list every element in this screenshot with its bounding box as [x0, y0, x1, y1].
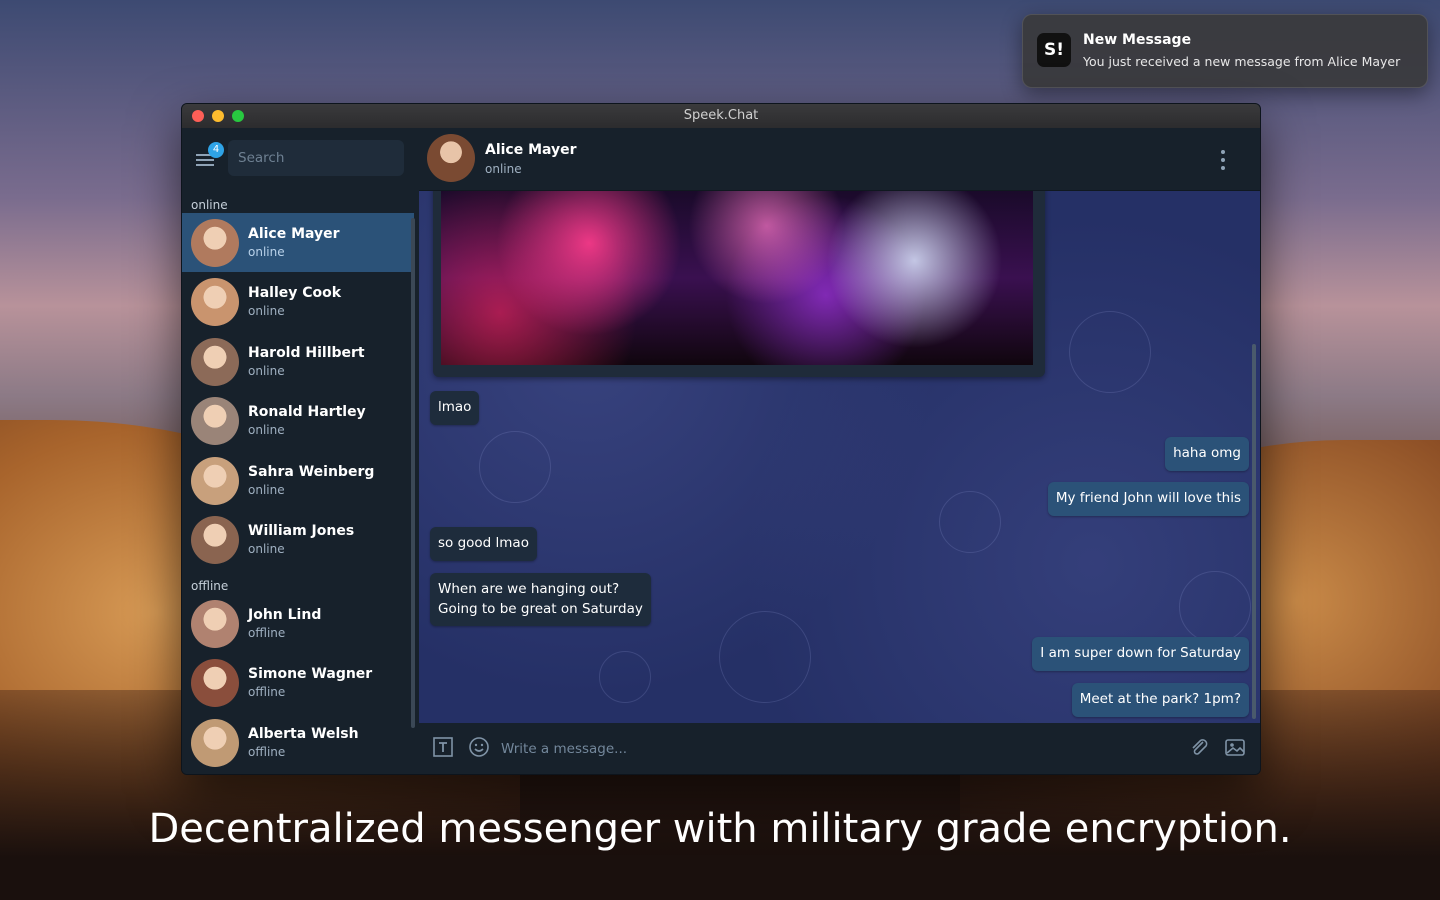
- contact-name: Alberta Welsh: [248, 725, 359, 742]
- contact-name: Halley Cook: [248, 285, 342, 302]
- background-pattern: [599, 651, 651, 703]
- message-line: When are we hanging out?: [438, 581, 620, 597]
- contact-status: online: [248, 542, 285, 556]
- contact-list-item[interactable]: Alberta Welsh offline: [182, 713, 414, 772]
- contact-list-item[interactable]: Harold Hillbert online: [182, 332, 414, 391]
- message-bubble-outgoing[interactable]: haha omg: [1165, 437, 1249, 471]
- menu-icon-bar: [196, 159, 214, 161]
- avatar: [191, 219, 239, 267]
- dot: [1221, 150, 1225, 154]
- contact-list-item[interactable]: Simone Wagner offline: [182, 653, 414, 712]
- background-pattern: [1069, 311, 1151, 393]
- notification-text: You just received a new message from Ali…: [1083, 54, 1401, 69]
- contact-name: John Lind: [248, 607, 322, 623]
- chat-contact-name: Alice Mayer: [485, 142, 577, 158]
- contact-list-item[interactable]: John Lind offline: [182, 594, 414, 653]
- contact-name: Ronald Hartley: [248, 404, 366, 421]
- contact-status: offline: [248, 626, 286, 640]
- avatar: [191, 456, 239, 505]
- paperclip-icon[interactable]: [1187, 736, 1211, 760]
- avatar: [191, 516, 239, 564]
- contact-list-item[interactable]: Sahra Weinberg online: [182, 451, 414, 510]
- avatar: [191, 278, 239, 327]
- message-input[interactable]: [499, 733, 1103, 765]
- hamburger-menu-button[interactable]: 4: [196, 142, 224, 172]
- contact-status: online: [248, 363, 285, 378]
- notification-title: New Message: [1083, 32, 1192, 48]
- menu-icon-bar: [196, 164, 214, 166]
- title-bar: Speek.Chat: [182, 104, 1260, 129]
- background-pattern: [719, 611, 811, 703]
- message-bubble-outgoing[interactable]: My friend John will love this: [1047, 482, 1249, 516]
- chat-scrollbar[interactable]: [1252, 344, 1256, 719]
- contact-list-item[interactable]: Halley Cook online: [182, 272, 414, 331]
- contact-status: online: [248, 245, 285, 259]
- notification-banner[interactable]: S! New Message You just received a new m…: [1022, 14, 1428, 88]
- search-box[interactable]: [228, 140, 408, 176]
- message-bubble-outgoing[interactable]: I am super down for Saturday: [1032, 637, 1249, 671]
- background-pattern: [1179, 571, 1251, 643]
- contact-list-item[interactable]: Ronald Hartley online: [182, 391, 414, 450]
- contact-name: Alice Mayer: [248, 226, 340, 242]
- image-message[interactable]: [433, 191, 1045, 377]
- message-bubble-outgoing[interactable]: Meet at the park? 1pm?: [1071, 683, 1249, 717]
- contact-name: Simone Wagner: [248, 666, 373, 683]
- contact-list-item[interactable]: Alice Mayer online: [182, 213, 414, 272]
- marketing-tagline: Decentralized messenger with military gr…: [148, 806, 1292, 852]
- avatar: [191, 718, 239, 767]
- contact-status: offline: [248, 685, 286, 700]
- dot: [1221, 166, 1225, 170]
- image-upload-icon[interactable]: [1223, 736, 1247, 760]
- background-pattern: [939, 491, 1001, 553]
- emoji-icon[interactable]: [467, 736, 491, 760]
- message-bubble-incoming[interactable]: When are we hanging out? Going to be gre…: [430, 573, 651, 626]
- avatar[interactable]: [427, 134, 475, 182]
- dot: [1221, 158, 1225, 162]
- contact-status: online: [248, 482, 285, 497]
- contact-name: Sahra Weinberg: [248, 463, 375, 480]
- contact-list-item[interactable]: William Jones online: [182, 510, 414, 569]
- text-format-icon[interactable]: [431, 736, 455, 760]
- message-bubble-incoming[interactable]: lmao: [430, 391, 480, 425]
- message-bubble-incoming[interactable]: so good lmao: [430, 527, 537, 561]
- app-window: Speek.Chat 4 online Alice MayeronlineHal…: [181, 103, 1261, 775]
- more-options-icon[interactable]: [1219, 148, 1227, 172]
- app-logo-icon: S!: [1037, 33, 1071, 67]
- contact-name: Harold Hillbert: [248, 344, 365, 361]
- message-area: lmao haha omg My friend John will love t…: [419, 191, 1260, 723]
- message-composer: [419, 723, 1260, 774]
- avatar: [191, 600, 239, 648]
- contact-status: online: [248, 423, 285, 438]
- chat-contact-status: online: [485, 162, 522, 176]
- offline-section-label: offline: [191, 579, 229, 593]
- avatar: [191, 659, 239, 708]
- avatar: [191, 337, 239, 386]
- background-pattern: [479, 431, 551, 503]
- contact-status: online: [248, 304, 285, 319]
- online-section-label: online: [191, 198, 228, 212]
- message-line: Going to be great on Saturday: [438, 600, 643, 617]
- sidebar: 4 online Alice Mayer online Halley Cook onl…: [182, 128, 419, 774]
- unread-badge: 4: [208, 142, 224, 158]
- search-input[interactable]: [228, 140, 408, 176]
- chat-header: Alice Mayer online: [419, 128, 1260, 191]
- sidebar-scrollbar[interactable]: [411, 218, 415, 728]
- avatar: [191, 397, 239, 446]
- contact-name: William Jones: [248, 523, 355, 539]
- concert-photo[interactable]: [441, 191, 1033, 365]
- contact-status: offline: [248, 744, 286, 759]
- window-title: Speek.Chat: [683, 108, 759, 123]
